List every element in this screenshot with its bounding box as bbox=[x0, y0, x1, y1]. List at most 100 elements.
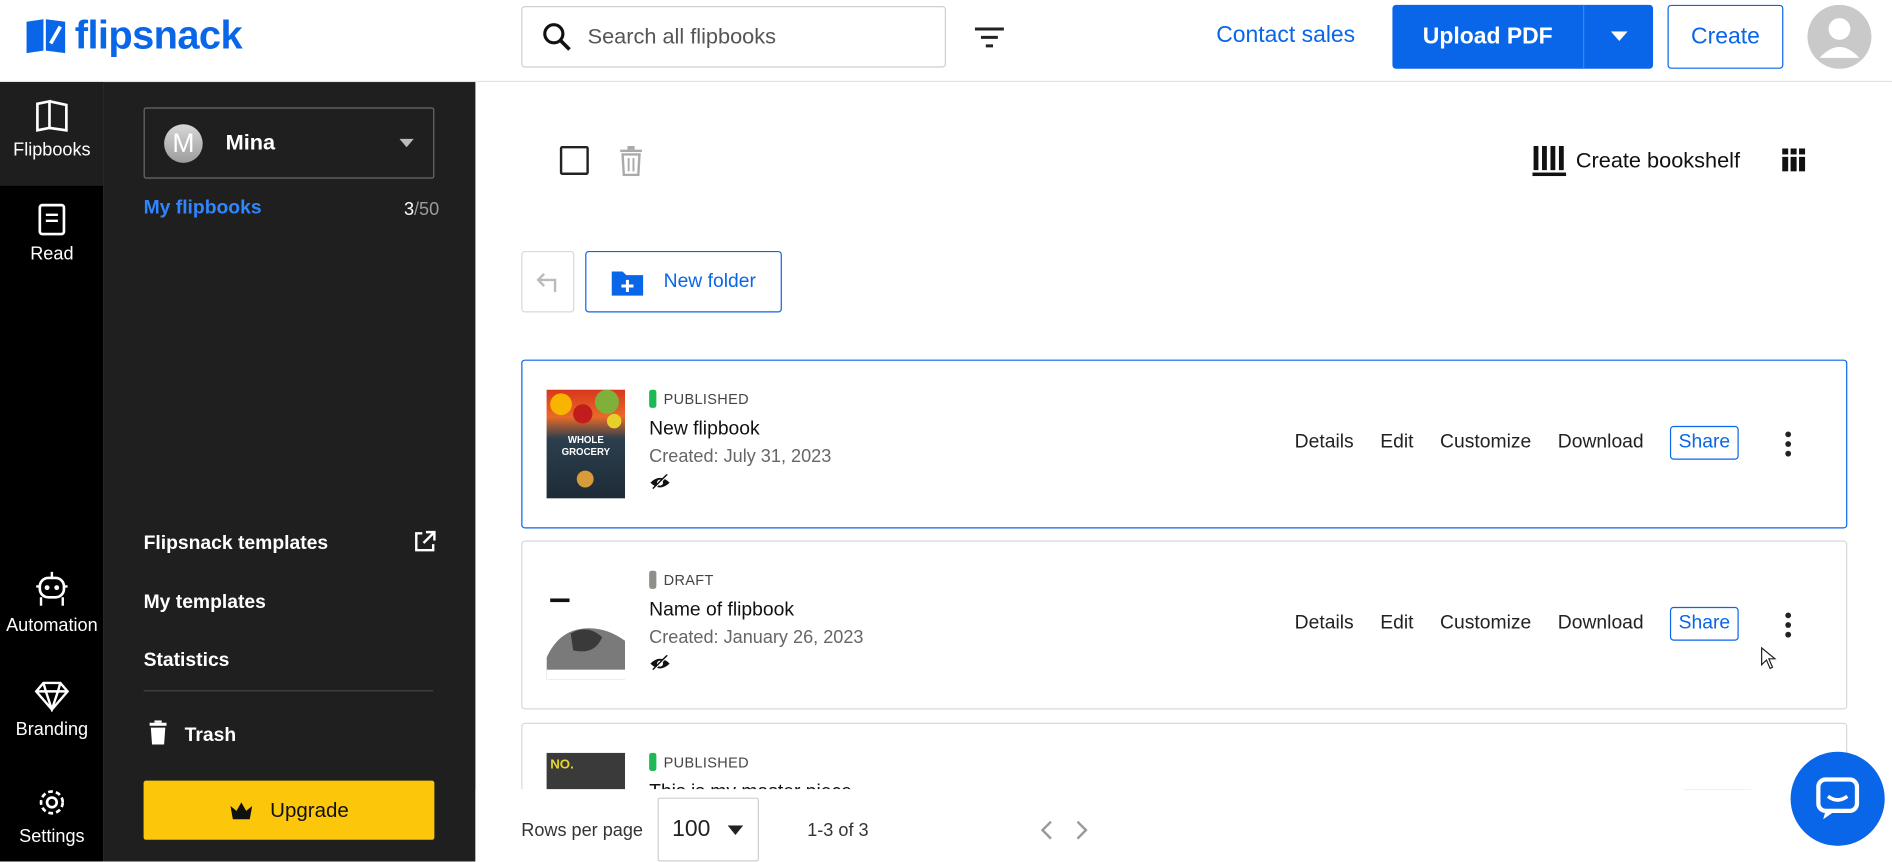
edit-link[interactable]: Edit bbox=[1380, 613, 1413, 635]
rail-item-branding[interactable]: Branding bbox=[0, 681, 104, 740]
status-badge: PUBLISHED bbox=[649, 389, 749, 408]
diamond-icon bbox=[34, 681, 70, 712]
search-input[interactable] bbox=[587, 24, 926, 50]
upload-dropdown-toggle[interactable] bbox=[1584, 31, 1653, 42]
contact-sales-link[interactable]: Contact sales bbox=[1216, 23, 1355, 50]
caret-down-icon bbox=[399, 138, 414, 148]
bookshelf-icon bbox=[1532, 145, 1567, 177]
external-link-icon[interactable] bbox=[413, 530, 437, 554]
statistics-link[interactable]: Statistics bbox=[144, 650, 230, 672]
select-all-checkbox[interactable] bbox=[559, 145, 589, 175]
create-bookshelf-button[interactable]: Create bookshelf bbox=[1532, 145, 1741, 177]
sidebar-divider bbox=[143, 690, 434, 692]
flipbook-actions: Details Edit Customize Download Share bbox=[1295, 425, 1765, 460]
search-box[interactable] bbox=[521, 6, 946, 68]
reader-icon bbox=[38, 203, 66, 236]
filter-icon[interactable] bbox=[973, 22, 1007, 53]
chat-support-button[interactable] bbox=[1790, 751, 1885, 846]
status-badge: PUBLISHED bbox=[649, 752, 749, 772]
download-link[interactable]: Download bbox=[1558, 432, 1644, 454]
flipbook-thumbnail[interactable]: WHOLE GROCERY bbox=[546, 389, 626, 499]
count-total: /50 bbox=[414, 199, 440, 220]
flipbook-title[interactable]: New flipbook bbox=[649, 419, 760, 441]
rail-item-settings[interactable]: Settings bbox=[0, 785, 104, 847]
rail-label-read: Read bbox=[30, 243, 74, 265]
flipbook-created-date: Created: January 26, 2023 bbox=[649, 627, 864, 648]
flipsnack-logo[interactable]: flipsnack bbox=[24, 12, 243, 58]
user-icon bbox=[1819, 18, 1860, 58]
sidebar: M Mina My flipbooks 3/50 Flipsnack templ… bbox=[103, 82, 476, 862]
share-button[interactable]: Share bbox=[1670, 425, 1739, 460]
upload-pdf-label: Upload PDF bbox=[1422, 23, 1553, 49]
account-avatar: M bbox=[164, 123, 203, 163]
flipbook-card[interactable]: WHOLE GROCERY PUBLISHED New flipbook Cre… bbox=[521, 359, 1848, 529]
flipbook-card[interactable]: DRAFT Name of flipbook Created: January … bbox=[521, 540, 1848, 710]
count-used: 3 bbox=[403, 199, 415, 220]
logo-book-icon bbox=[26, 19, 66, 54]
details-link[interactable]: Details bbox=[1295, 613, 1354, 635]
flipbook-actions: Details Edit Customize Download Share bbox=[1295, 606, 1765, 641]
delete-icon[interactable] bbox=[618, 145, 645, 177]
flipbook-thumbnail[interactable] bbox=[546, 570, 626, 680]
flipbook-created-date: Created: July 31, 2023 bbox=[649, 446, 832, 467]
rows-per-page-label: Rows per page bbox=[521, 820, 644, 842]
account-switcher[interactable]: M Mina bbox=[143, 107, 435, 179]
eye-hidden-icon bbox=[650, 655, 670, 672]
book-open-icon bbox=[36, 99, 68, 132]
account-name: Mina bbox=[225, 130, 276, 155]
more-options-icon[interactable] bbox=[1785, 612, 1792, 639]
thumbnail-title: NO. bbox=[550, 757, 574, 773]
chevron-right-icon[interactable] bbox=[1075, 819, 1089, 841]
upgrade-label: Upgrade bbox=[270, 798, 349, 822]
trash-icon bbox=[149, 720, 167, 745]
create-button[interactable]: Create bbox=[1667, 4, 1784, 69]
crown-icon bbox=[230, 801, 253, 819]
gear-icon bbox=[39, 790, 65, 815]
download-link[interactable]: Download bbox=[1558, 613, 1644, 635]
status-label: PUBLISHED bbox=[663, 753, 749, 771]
rail-label-automation: Automation bbox=[6, 615, 98, 636]
chevron-left-icon[interactable] bbox=[1039, 819, 1053, 841]
new-folder-button[interactable]: New folder bbox=[585, 250, 782, 313]
edit-link[interactable]: Edit bbox=[1380, 432, 1413, 454]
left-rail: Flipbooks Read Automation Branding Setti… bbox=[0, 82, 104, 862]
details-link[interactable]: Details bbox=[1295, 432, 1354, 454]
status-dot bbox=[649, 752, 657, 772]
grid-view-icon[interactable] bbox=[1782, 148, 1806, 172]
thumbnail-title: WHOLE GROCERY bbox=[561, 434, 611, 458]
more-options-icon[interactable] bbox=[1785, 431, 1792, 458]
flipbook-title[interactable]: Name of flipbook bbox=[649, 600, 794, 622]
status-badge: DRAFT bbox=[649, 570, 714, 589]
my-flipbooks-link[interactable]: My flipbooks bbox=[144, 198, 262, 220]
rows-per-page-select[interactable]: 100 bbox=[657, 797, 759, 862]
rail-item-flipbooks[interactable]: Flipbooks bbox=[0, 82, 104, 186]
rail-item-read[interactable]: Read bbox=[0, 203, 104, 265]
my-templates-link[interactable]: My templates bbox=[144, 592, 266, 614]
status-dot bbox=[649, 570, 657, 589]
upload-pdf-button[interactable]: Upload PDF bbox=[1392, 4, 1654, 69]
top-bar: flipsnack Contact sales Upload PDF Creat… bbox=[0, 0, 1892, 83]
share-button[interactable]: Share bbox=[1670, 606, 1739, 641]
flipbook-count: 3/50 bbox=[404, 199, 439, 220]
user-avatar[interactable] bbox=[1807, 4, 1872, 69]
customize-link[interactable]: Customize bbox=[1440, 613, 1531, 635]
caret-down-icon bbox=[727, 824, 743, 835]
rows-per-page-value: 100 bbox=[672, 816, 711, 842]
upgrade-button[interactable]: Upgrade bbox=[143, 780, 435, 840]
robot-icon bbox=[36, 571, 68, 606]
flipsnack-templates-link[interactable]: Flipsnack templates bbox=[144, 533, 329, 555]
rail-item-automation[interactable]: Automation bbox=[0, 570, 104, 636]
rail-label-settings: Settings bbox=[19, 826, 85, 848]
customize-link[interactable]: Customize bbox=[1440, 432, 1531, 454]
pagination-range: 1-3 of 3 bbox=[807, 820, 869, 842]
eye-hidden-icon bbox=[650, 474, 670, 491]
trash-link[interactable]: Trash bbox=[185, 725, 237, 747]
back-arrow-icon bbox=[536, 272, 557, 292]
status-dot bbox=[649, 389, 657, 408]
mouse-cursor-icon bbox=[1761, 646, 1777, 670]
search-icon bbox=[543, 22, 571, 51]
back-button[interactable] bbox=[521, 250, 575, 313]
create-bookshelf-label: Create bookshelf bbox=[1575, 147, 1741, 172]
new-folder-label: New folder bbox=[663, 270, 756, 292]
logo-text: flipsnack bbox=[74, 12, 243, 57]
